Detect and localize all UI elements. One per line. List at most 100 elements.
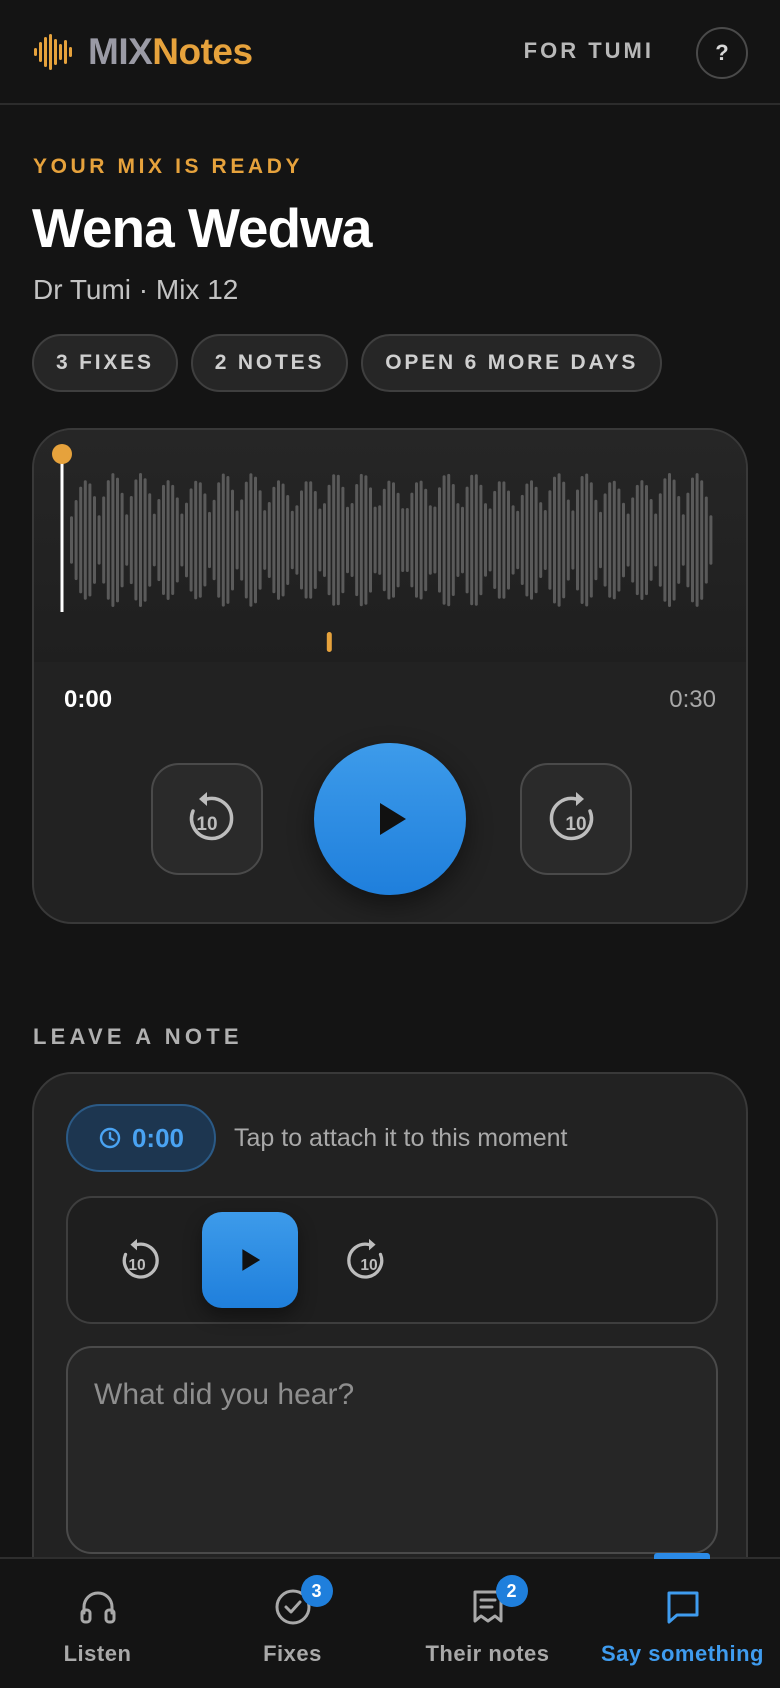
waveform-bar: [589, 482, 593, 598]
total-time: 0:30: [669, 686, 716, 713]
note-text-input[interactable]: [66, 1346, 718, 1554]
waveform-bar: [622, 502, 625, 578]
waveform-bar: [83, 480, 87, 600]
attach-timestamp-button[interactable]: 0:00: [66, 1104, 216, 1172]
waveform-bar: [286, 495, 290, 585]
waveform-bar: [548, 490, 552, 590]
waveform-bar: [309, 481, 313, 599]
nav-say-something[interactable]: Say something: [585, 1559, 780, 1688]
waveform-bar: [612, 480, 616, 600]
note-marker[interactable]: [326, 632, 332, 652]
waveform-bar: [704, 496, 708, 584]
attach-hint: Tap to attach it to this moment: [234, 1124, 568, 1152]
player-card: 0:00 0:30 10 10: [32, 428, 748, 924]
waveform-bar: [139, 473, 142, 607]
waveform-bar: [290, 510, 294, 570]
mini-skip-back-button[interactable]: 10: [112, 1236, 162, 1286]
waveform-bar: [235, 510, 239, 570]
waveform-bar: [465, 486, 469, 594]
waveform-bar: [171, 484, 175, 595]
waveform-bar: [378, 505, 382, 575]
waveform-bar: [125, 514, 129, 566]
waveform-bar: [185, 502, 188, 578]
bottom-nav: Listen 3 Fixes 2 Their notes Say somethi…: [0, 1553, 780, 1688]
summary-chips: 3 FIXES 2 NOTES OPEN 6 MORE DAYS: [32, 334, 663, 392]
waveform-scrubber[interactable]: [34, 430, 748, 662]
waveform-bar: [681, 514, 685, 566]
status-eyebrow: YOUR MIX IS READY: [33, 155, 304, 178]
waveform-bar: [539, 502, 543, 578]
mini-skip-forward-button[interactable]: 10: [344, 1236, 394, 1286]
waveform-bar: [451, 484, 455, 596]
nav-listen[interactable]: Listen: [0, 1559, 195, 1688]
song-subtitle: Dr Tumi · Mix 12: [33, 274, 239, 305]
waveform-bar: [382, 488, 386, 592]
days-open-chip[interactable]: OPEN 6 MORE DAYS: [361, 334, 663, 392]
skip-forward-amount: 10: [565, 814, 586, 835]
waveform-bar: [580, 476, 584, 604]
play-icon: [380, 803, 406, 835]
waveform-bar: [102, 496, 106, 584]
waveform-bar: [221, 473, 225, 607]
waveform-bar: [461, 506, 464, 574]
waveform-bar: [323, 503, 326, 577]
waveform-bar: [116, 477, 119, 603]
play-button[interactable]: [314, 743, 466, 895]
waveform-bar: [635, 484, 639, 596]
waveform-bar: [369, 487, 372, 593]
waveform-bar: [530, 480, 533, 600]
skip-forward-button[interactable]: 10: [520, 763, 632, 875]
waveform-bar: [520, 494, 524, 585]
their-notes-badge: 2: [495, 1575, 528, 1607]
waveform-bar: [364, 475, 368, 605]
waveform-bar: [493, 490, 497, 589]
waveform-bar: [277, 480, 280, 600]
waveform-bar: [244, 481, 248, 599]
playhead-handle[interactable]: [52, 444, 72, 464]
waveform-bar: [162, 484, 165, 595]
nav-fixes[interactable]: 3 Fixes: [195, 1559, 390, 1688]
playhead[interactable]: [60, 452, 64, 612]
song-title: Wena Wedwa: [32, 197, 372, 259]
waveform-bar: [709, 515, 713, 565]
waveform-bar: [562, 481, 566, 599]
waveform-bar: [433, 506, 437, 574]
waveform-bar: [516, 510, 520, 570]
current-time: 0:00: [64, 686, 113, 713]
waveform-bar: [189, 488, 193, 592]
notes-chip[interactable]: 2 NOTES: [190, 334, 349, 392]
waveform-bar: [208, 511, 211, 569]
waveform-bar: [396, 492, 400, 588]
waveform-bar: [686, 492, 690, 588]
mini-play-button[interactable]: [202, 1212, 298, 1308]
waveform-bar: [300, 490, 303, 590]
nav-their-notes-label: Their notes: [425, 1641, 550, 1666]
waveform-bar: [198, 482, 202, 598]
waveform-bar: [387, 480, 391, 600]
waveform-bar: [175, 497, 179, 583]
recipient-label: FOR TUMI: [523, 38, 654, 63]
waveform-bar: [410, 492, 414, 588]
waveform-bar: [346, 506, 349, 574]
waveform-bar: [585, 473, 589, 607]
waveform-bar: [502, 481, 506, 599]
help-button[interactable]: ?: [696, 27, 748, 79]
waveform-bar: [143, 478, 147, 602]
waveform-bar: [553, 476, 556, 604]
nav-their-notes[interactable]: 2 Their notes: [390, 1559, 585, 1688]
fixes-chip[interactable]: 3 FIXES: [32, 334, 178, 392]
skip-back-button[interactable]: 10: [151, 763, 263, 875]
waveform-bar: [74, 500, 78, 581]
waveform-bar: [267, 502, 271, 578]
waveform-bar: [313, 491, 317, 589]
waveform-bar: [599, 511, 602, 569]
waveform[interactable]: [34, 430, 748, 662]
waveform-bar: [479, 484, 483, 596]
waveform-bar: [640, 480, 644, 600]
waveform-bar: [129, 496, 133, 585]
play-icon: [242, 1249, 261, 1271]
waveform-bar: [194, 480, 198, 600]
waveform-bar: [456, 503, 460, 577]
skip-back-amount: 10: [196, 814, 217, 835]
app-header: MIXNotes FOR TUMI ?: [0, 0, 780, 105]
